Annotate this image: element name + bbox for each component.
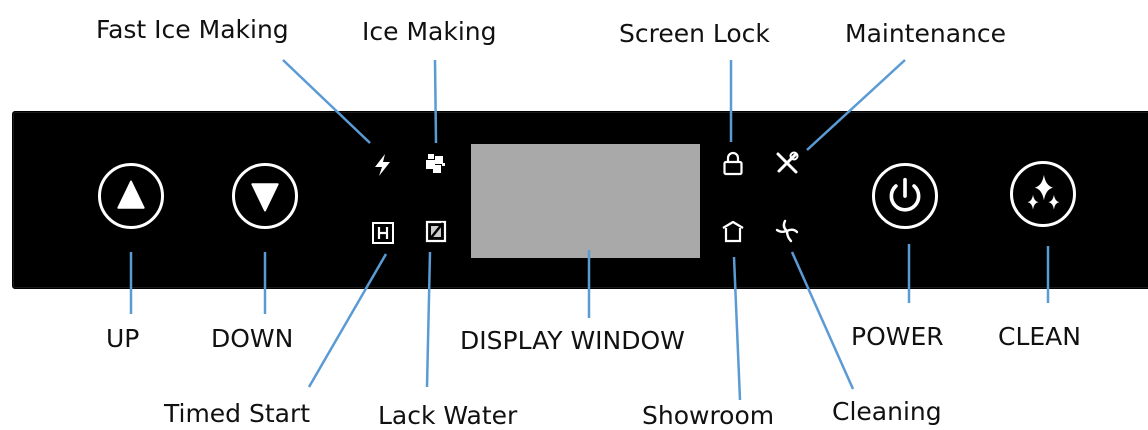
label-fast-ice-making: Fast Ice Making <box>96 15 289 44</box>
label-power: POWER <box>851 322 944 351</box>
showroom-indicator <box>720 218 746 244</box>
up-button[interactable] <box>98 163 164 229</box>
clean-button[interactable] <box>1010 161 1076 227</box>
label-up: UP <box>106 324 140 353</box>
display-window <box>471 144 700 258</box>
label-down: DOWN <box>211 324 294 353</box>
h-box-icon <box>372 222 394 244</box>
label-screen-lock: Screen Lock <box>619 19 770 48</box>
ice-cubes-icon <box>426 154 445 173</box>
down-button[interactable] <box>232 163 298 229</box>
ice-making-indicator <box>422 150 448 176</box>
label-ice-making: Ice Making <box>362 17 497 46</box>
screen-lock-indicator <box>720 150 746 176</box>
sparkle-icon <box>1027 174 1060 210</box>
padlock-icon <box>723 151 743 176</box>
triangle-down-icon <box>251 183 279 212</box>
power-icon <box>889 177 921 212</box>
label-clean: CLEAN <box>998 322 1081 351</box>
triangle-up-icon <box>117 180 145 209</box>
label-display-window: DISPLAY WINDOW <box>460 326 685 355</box>
timed-start-indicator <box>370 220 396 246</box>
lightning-bolt-icon <box>375 154 390 176</box>
cup-slash-icon <box>425 220 447 243</box>
label-showroom: Showroom <box>642 401 775 430</box>
power-button[interactable] <box>872 163 938 229</box>
wrench-screwdriver-icon <box>776 151 799 174</box>
label-lack-water: Lack Water <box>378 401 518 430</box>
label-maintenance: Maintenance <box>845 19 1006 48</box>
maintenance-indicator <box>774 150 800 176</box>
lack-water-indicator <box>423 218 449 244</box>
cleaning-indicator <box>774 218 800 244</box>
house-icon <box>722 220 744 243</box>
label-cleaning: Cleaning <box>832 397 942 426</box>
fast-ice-making-indicator <box>370 152 396 178</box>
label-timed-start: Timed Start <box>164 399 311 428</box>
pinwheel-icon <box>775 219 799 243</box>
